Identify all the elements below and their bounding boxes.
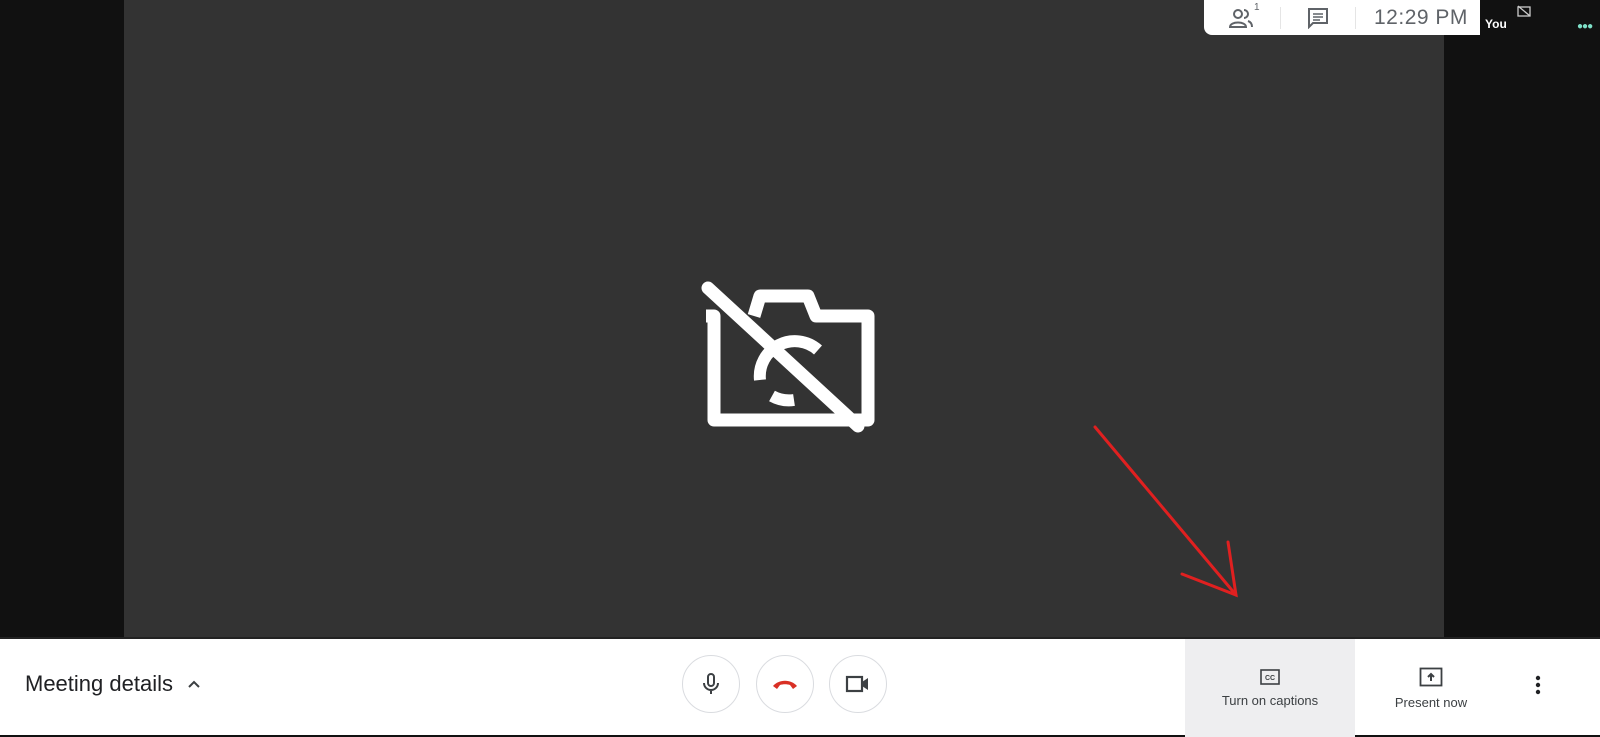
self-video-tile[interactable]: You ●●● — [1480, 0, 1600, 36]
meeting-details-label: Meeting details — [25, 671, 173, 696]
participants-button[interactable]: 1 — [1204, 0, 1280, 35]
microphone-button[interactable] — [682, 655, 740, 713]
present-label: Present now — [1394, 694, 1468, 710]
chat-button[interactable] — [1281, 0, 1355, 35]
people-icon — [1229, 8, 1253, 28]
camera-off-icon — [701, 281, 875, 433]
microphone-icon — [703, 673, 719, 694]
hang-up-icon — [773, 680, 797, 689]
present-now-button[interactable]: Present now — [1346, 639, 1516, 737]
captions-label: Turn on captions — [1221, 692, 1319, 708]
self-label: You — [1485, 17, 1507, 31]
meeting-details-button[interactable]: Meeting details — [25, 671, 201, 697]
bottom-control-bar: Meeting details CC Turn on captions Pres… — [0, 637, 1600, 737]
participants-count: 1 — [1254, 2, 1260, 13]
svg-text:CC: CC — [1265, 675, 1275, 682]
turn-on-captions-button[interactable]: CC Turn on captions — [1185, 639, 1355, 737]
camera-off-small-icon — [1517, 5, 1531, 17]
camera-button[interactable] — [829, 655, 887, 713]
chat-icon — [1308, 7, 1328, 29]
video-camera-icon — [845, 675, 868, 693]
more-options-button[interactable] — [1526, 673, 1550, 697]
chevron-up-icon — [188, 680, 200, 688]
more-vert-icon — [1535, 675, 1541, 695]
hang-up-button[interactable] — [756, 655, 814, 713]
present-screen-icon — [1419, 667, 1443, 686]
clock-time: 12:29 PM — [1374, 5, 1468, 29]
top-toolbar: 1 12:29 PM — [1204, 0, 1480, 35]
audio-indicator-icon: ●●● — [1577, 21, 1593, 32]
captions-icon: CC — [1260, 668, 1280, 685]
